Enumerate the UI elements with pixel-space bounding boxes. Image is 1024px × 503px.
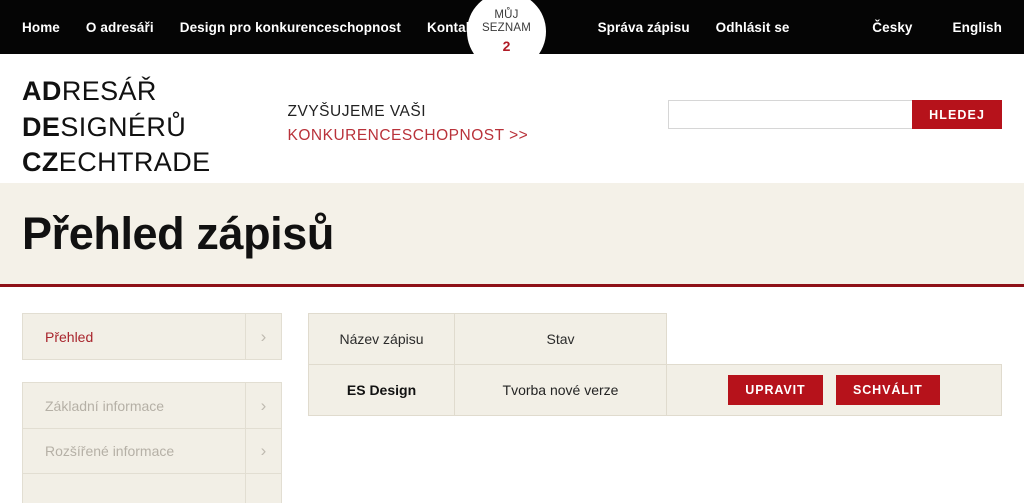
records-table-wrap: Název zápisu Stav ES Design Tvorba nové …	[308, 313, 1002, 416]
chevron-right-icon	[245, 474, 281, 503]
logo-line-3: CZECHTRADE	[22, 145, 211, 181]
records-table: Název zápisu Stav ES Design Tvorba nové …	[308, 313, 1002, 416]
logo-line-1-bold: AD	[22, 76, 62, 106]
language-option-english[interactable]: English	[953, 16, 1002, 39]
logo-line-1: ADRESÁŘ	[22, 74, 211, 110]
column-header-name: Název zápisu	[308, 313, 455, 365]
language-switcher: Česky English	[832, 16, 1002, 39]
table-row: ES Design Tvorba nové verze UPRAVIT SCHV…	[308, 364, 1002, 416]
search-submit-button[interactable]: HLEDEJ	[912, 100, 1002, 129]
nav-item-odhlasit-se[interactable]: Odhlásit se	[716, 16, 790, 39]
sidebar-item-zakladni-informace-label: Základní informace	[45, 397, 165, 414]
my-list-count: 2	[502, 37, 511, 54]
sidebar-item-prehled-label: Přehled	[45, 328, 94, 345]
chevron-right-icon: ›	[245, 314, 281, 359]
column-header-actions	[667, 314, 1002, 365]
nav-item-sprava-zapisu[interactable]: Správa zápisu	[598, 16, 690, 39]
cell-record-actions: UPRAVIT SCHVÁLIT	[666, 364, 1002, 416]
main-content: Přehled › Základní informace › Rozšířené…	[0, 287, 1024, 503]
chevron-right-icon: ›	[245, 383, 281, 428]
nav-mid-group: Správa zápisu Odhlásit se	[598, 16, 790, 39]
nav-item-o-adresari[interactable]: O adresáři	[86, 16, 154, 39]
nav-item-design-pro-konkurenceschopnost[interactable]: Design pro konkurenceschopnost	[180, 16, 401, 39]
page-title: Přehled zápisů	[22, 207, 334, 259]
records-table-body: ES Design Tvorba nové verze UPRAVIT SCHV…	[308, 364, 1002, 416]
sidebar-item-truncated[interactable]	[23, 473, 281, 503]
sidebar-item-zakladni-informace[interactable]: Základní informace ›	[23, 383, 281, 428]
sidebar-item-rozsirene-informace[interactable]: Rozšířené informace ›	[23, 428, 281, 473]
approve-record-button[interactable]: SCHVÁLIT	[836, 375, 940, 405]
sidebar-group-primary: Přehled ›	[22, 313, 282, 360]
table-header-row: Název zápisu Stav	[308, 313, 1002, 365]
search-input[interactable]	[668, 100, 913, 129]
edit-record-button[interactable]: UPRAVIT	[728, 375, 823, 405]
cell-record-name: ES Design	[308, 364, 455, 416]
logo-line-3-bold: CZ	[22, 147, 59, 178]
logo-line-2-bold: DE	[22, 111, 61, 142]
language-option-cesky[interactable]: Česky	[872, 16, 912, 39]
site-logo[interactable]: ADRESÁŘ DESIGNÉRŮ CZECHTRADE	[22, 74, 211, 181]
tagline-line-2: KONKURENCESCHOPNOST >>	[287, 126, 529, 144]
logo-line-3-rest: ECHTRADE	[58, 147, 211, 178]
site-header: ADRESÁŘ DESIGNÉRŮ CZECHTRADE ZVYŠUJEME V…	[0, 54, 1024, 183]
chevron-right-icon: ›	[245, 429, 281, 473]
column-header-state: Stav	[454, 313, 667, 365]
sidebar: Přehled › Základní informace › Rozšířené…	[22, 313, 282, 503]
header-tagline[interactable]: ZVYŠUJEME VAŠI KONKURENCESCHOPNOST >>	[288, 100, 529, 147]
records-table-head: Název zápisu Stav	[308, 313, 1002, 365]
nav-item-home[interactable]: Home	[22, 16, 60, 39]
logo-line-1-rest: RESÁŘ	[61, 76, 157, 106]
page-title-band: Přehled zápisů	[0, 183, 1024, 287]
sidebar-item-truncated-label	[23, 474, 245, 503]
my-list-label-line2: SEZNAM	[481, 22, 532, 35]
tagline-line-1: ZVYŠUJEME VAŠI	[287, 103, 427, 120]
sidebar-group-secondary: Základní informace › Rozšířené informace…	[22, 382, 282, 503]
my-list-label-line1: MŮJ	[494, 8, 519, 21]
sidebar-item-prehled[interactable]: Přehled ›	[23, 314, 281, 359]
top-navigation-bar: Home O adresáři Design pro konkurencesch…	[0, 0, 1024, 71]
nav-left-group: Home O adresáři Design pro konkurencesch…	[22, 16, 486, 39]
logo-line-2-rest: SIGNÉRŮ	[60, 111, 187, 142]
site-search: HLEDEJ	[668, 100, 1002, 129]
cell-record-state: Tvorba nové verze	[454, 364, 667, 416]
sidebar-item-rozsirene-informace-label: Rozšířené informace	[45, 443, 175, 459]
logo-line-2: DESIGNÉRŮ	[22, 110, 211, 146]
